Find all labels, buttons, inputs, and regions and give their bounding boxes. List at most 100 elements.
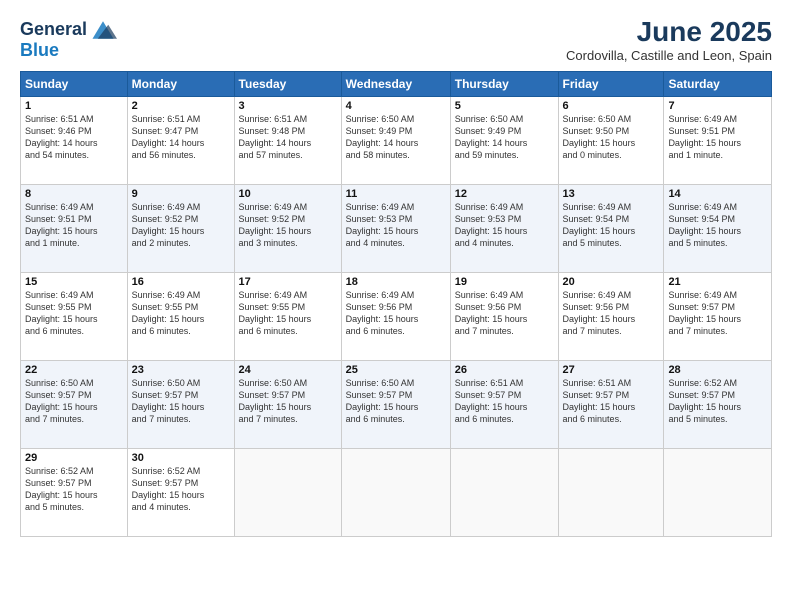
cell-empty-wednesday	[341, 449, 450, 537]
day-number: 9	[132, 188, 230, 200]
cell-5-thursday: 5Sunrise: 6:50 AM Sunset: 9:49 PM Daylig…	[450, 97, 558, 185]
day-info: Sunrise: 6:52 AM Sunset: 9:57 PM Dayligh…	[668, 377, 767, 426]
day-number: 10	[239, 188, 337, 200]
day-info: Sunrise: 6:51 AM Sunset: 9:46 PM Dayligh…	[25, 113, 123, 162]
day-number: 5	[455, 100, 554, 112]
day-number: 11	[346, 188, 446, 200]
header: General Blue June 2025 Cordovilla, Casti…	[20, 16, 772, 63]
day-number: 3	[239, 100, 337, 112]
cell-empty-saturday	[664, 449, 772, 537]
col-header-saturday: Saturday	[664, 72, 772, 97]
day-number: 20	[563, 276, 660, 288]
cell-9-monday: 9Sunrise: 6:49 AM Sunset: 9:52 PM Daylig…	[127, 185, 234, 273]
day-number: 14	[668, 188, 767, 200]
day-info: Sunrise: 6:49 AM Sunset: 9:52 PM Dayligh…	[132, 201, 230, 250]
day-number: 23	[132, 364, 230, 376]
col-header-wednesday: Wednesday	[341, 72, 450, 97]
cell-17-tuesday: 17Sunrise: 6:49 AM Sunset: 9:55 PM Dayli…	[234, 273, 341, 361]
day-number: 18	[346, 276, 446, 288]
cell-1-sunday: 1Sunrise: 6:51 AM Sunset: 9:46 PM Daylig…	[21, 97, 128, 185]
day-info: Sunrise: 6:49 AM Sunset: 9:54 PM Dayligh…	[563, 201, 660, 250]
cell-15-sunday: 15Sunrise: 6:49 AM Sunset: 9:55 PM Dayli…	[21, 273, 128, 361]
cell-19-thursday: 19Sunrise: 6:49 AM Sunset: 9:56 PM Dayli…	[450, 273, 558, 361]
cell-23-monday: 23Sunrise: 6:50 AM Sunset: 9:57 PM Dayli…	[127, 361, 234, 449]
cell-16-monday: 16Sunrise: 6:49 AM Sunset: 9:55 PM Dayli…	[127, 273, 234, 361]
cell-8-sunday: 8Sunrise: 6:49 AM Sunset: 9:51 PM Daylig…	[21, 185, 128, 273]
cell-10-tuesday: 10Sunrise: 6:49 AM Sunset: 9:52 PM Dayli…	[234, 185, 341, 273]
cell-12-thursday: 12Sunrise: 6:49 AM Sunset: 9:53 PM Dayli…	[450, 185, 558, 273]
week-row-1: 1Sunrise: 6:51 AM Sunset: 9:46 PM Daylig…	[21, 97, 772, 185]
week-row-3: 15Sunrise: 6:49 AM Sunset: 9:55 PM Dayli…	[21, 273, 772, 361]
day-number: 24	[239, 364, 337, 376]
day-number: 29	[25, 452, 123, 464]
day-number: 4	[346, 100, 446, 112]
day-info: Sunrise: 6:49 AM Sunset: 9:55 PM Dayligh…	[25, 289, 123, 338]
col-header-friday: Friday	[558, 72, 664, 97]
header-row: SundayMondayTuesdayWednesdayThursdayFrid…	[21, 72, 772, 97]
day-info: Sunrise: 6:50 AM Sunset: 9:50 PM Dayligh…	[563, 113, 660, 162]
day-number: 28	[668, 364, 767, 376]
day-info: Sunrise: 6:52 AM Sunset: 9:57 PM Dayligh…	[25, 465, 123, 514]
day-info: Sunrise: 6:52 AM Sunset: 9:57 PM Dayligh…	[132, 465, 230, 514]
day-number: 19	[455, 276, 554, 288]
cell-27-friday: 27Sunrise: 6:51 AM Sunset: 9:57 PM Dayli…	[558, 361, 664, 449]
cell-11-wednesday: 11Sunrise: 6:49 AM Sunset: 9:53 PM Dayli…	[341, 185, 450, 273]
day-number: 27	[563, 364, 660, 376]
day-info: Sunrise: 6:49 AM Sunset: 9:55 PM Dayligh…	[132, 289, 230, 338]
col-header-tuesday: Tuesday	[234, 72, 341, 97]
day-info: Sunrise: 6:51 AM Sunset: 9:47 PM Dayligh…	[132, 113, 230, 162]
week-row-2: 8Sunrise: 6:49 AM Sunset: 9:51 PM Daylig…	[21, 185, 772, 273]
day-info: Sunrise: 6:51 AM Sunset: 9:57 PM Dayligh…	[563, 377, 660, 426]
day-info: Sunrise: 6:49 AM Sunset: 9:52 PM Dayligh…	[239, 201, 337, 250]
day-info: Sunrise: 6:50 AM Sunset: 9:49 PM Dayligh…	[346, 113, 446, 162]
calendar-table: SundayMondayTuesdayWednesdayThursdayFrid…	[20, 71, 772, 537]
month-title: June 2025	[566, 16, 772, 48]
cell-21-saturday: 21Sunrise: 6:49 AM Sunset: 9:57 PM Dayli…	[664, 273, 772, 361]
cell-3-tuesday: 3Sunrise: 6:51 AM Sunset: 9:48 PM Daylig…	[234, 97, 341, 185]
day-info: Sunrise: 6:49 AM Sunset: 9:51 PM Dayligh…	[25, 201, 123, 250]
day-number: 25	[346, 364, 446, 376]
day-number: 17	[239, 276, 337, 288]
page: General Blue June 2025 Cordovilla, Casti…	[0, 0, 792, 612]
cell-22-sunday: 22Sunrise: 6:50 AM Sunset: 9:57 PM Dayli…	[21, 361, 128, 449]
cell-24-tuesday: 24Sunrise: 6:50 AM Sunset: 9:57 PM Dayli…	[234, 361, 341, 449]
cell-14-saturday: 14Sunrise: 6:49 AM Sunset: 9:54 PM Dayli…	[664, 185, 772, 273]
cell-6-friday: 6Sunrise: 6:50 AM Sunset: 9:50 PM Daylig…	[558, 97, 664, 185]
day-info: Sunrise: 6:50 AM Sunset: 9:57 PM Dayligh…	[132, 377, 230, 426]
day-info: Sunrise: 6:50 AM Sunset: 9:49 PM Dayligh…	[455, 113, 554, 162]
day-number: 7	[668, 100, 767, 112]
day-number: 8	[25, 188, 123, 200]
day-number: 12	[455, 188, 554, 200]
day-number: 15	[25, 276, 123, 288]
cell-4-wednesday: 4Sunrise: 6:50 AM Sunset: 9:49 PM Daylig…	[341, 97, 450, 185]
day-number: 22	[25, 364, 123, 376]
col-header-monday: Monday	[127, 72, 234, 97]
day-number: 1	[25, 100, 123, 112]
cell-7-saturday: 7Sunrise: 6:49 AM Sunset: 9:51 PM Daylig…	[664, 97, 772, 185]
day-info: Sunrise: 6:49 AM Sunset: 9:53 PM Dayligh…	[455, 201, 554, 250]
day-info: Sunrise: 6:50 AM Sunset: 9:57 PM Dayligh…	[25, 377, 123, 426]
week-row-4: 22Sunrise: 6:50 AM Sunset: 9:57 PM Dayli…	[21, 361, 772, 449]
day-info: Sunrise: 6:49 AM Sunset: 9:55 PM Dayligh…	[239, 289, 337, 338]
day-info: Sunrise: 6:51 AM Sunset: 9:57 PM Dayligh…	[455, 377, 554, 426]
cell-25-wednesday: 25Sunrise: 6:50 AM Sunset: 9:57 PM Dayli…	[341, 361, 450, 449]
logo-text: General	[20, 20, 87, 40]
day-number: 2	[132, 100, 230, 112]
day-number: 13	[563, 188, 660, 200]
cell-13-friday: 13Sunrise: 6:49 AM Sunset: 9:54 PM Dayli…	[558, 185, 664, 273]
cell-2-monday: 2Sunrise: 6:51 AM Sunset: 9:47 PM Daylig…	[127, 97, 234, 185]
day-info: Sunrise: 6:49 AM Sunset: 9:56 PM Dayligh…	[563, 289, 660, 338]
col-header-sunday: Sunday	[21, 72, 128, 97]
week-row-5: 29Sunrise: 6:52 AM Sunset: 9:57 PM Dayli…	[21, 449, 772, 537]
day-info: Sunrise: 6:49 AM Sunset: 9:57 PM Dayligh…	[668, 289, 767, 338]
day-info: Sunrise: 6:51 AM Sunset: 9:48 PM Dayligh…	[239, 113, 337, 162]
cell-empty-friday	[558, 449, 664, 537]
subtitle: Cordovilla, Castille and Leon, Spain	[566, 48, 772, 63]
day-number: 26	[455, 364, 554, 376]
cell-empty-tuesday	[234, 449, 341, 537]
cell-26-thursday: 26Sunrise: 6:51 AM Sunset: 9:57 PM Dayli…	[450, 361, 558, 449]
cell-18-wednesday: 18Sunrise: 6:49 AM Sunset: 9:56 PM Dayli…	[341, 273, 450, 361]
title-block: June 2025 Cordovilla, Castille and Leon,…	[566, 16, 772, 63]
day-info: Sunrise: 6:50 AM Sunset: 9:57 PM Dayligh…	[239, 377, 337, 426]
day-number: 30	[132, 452, 230, 464]
